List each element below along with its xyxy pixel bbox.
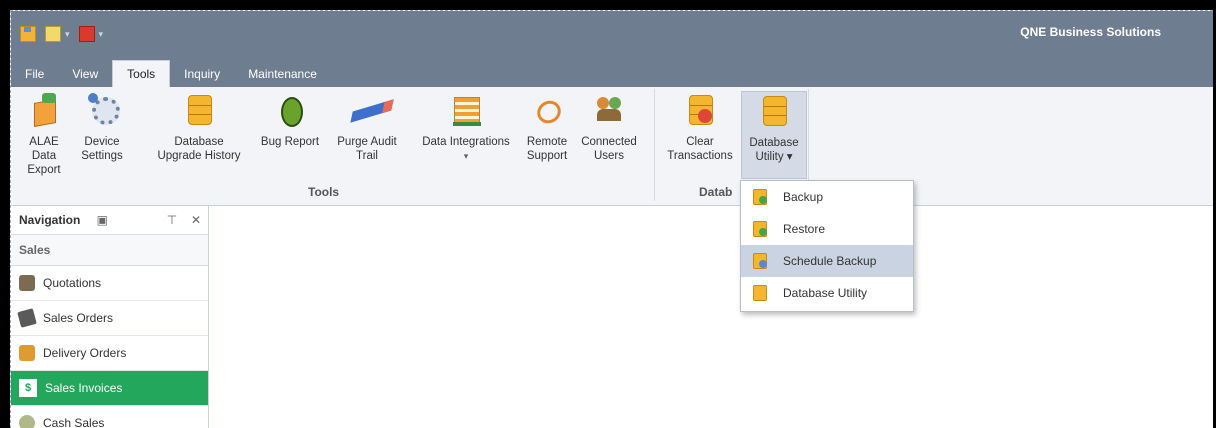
ribbon: ALAE Data Export Device Settings Databas… [11, 87, 1213, 206]
button-label: Users [593, 150, 625, 162]
menu-tabs: File View Tools Inquiry Maintenance [11, 57, 1213, 87]
nav-item-sales-orders[interactable]: Sales Orders [11, 301, 208, 336]
button-label: Data Integrations [422, 136, 510, 148]
cash-sales-icon [19, 415, 35, 428]
sales-orders-icon [17, 308, 37, 328]
pdf-icon[interactable] [78, 26, 95, 42]
button-label: Transactions [667, 150, 733, 162]
tab-maintenance[interactable]: Maintenance [234, 61, 331, 87]
gear-icon [86, 93, 120, 127]
eraser-icon [350, 93, 394, 127]
dock-icon[interactable]: ▣ [90, 213, 114, 227]
delivery-orders-icon [19, 345, 35, 361]
menu-item-label: Database Utility [783, 286, 868, 300]
button-label: Clear [686, 136, 714, 148]
box-export-icon [28, 93, 60, 127]
database-icon [183, 93, 215, 127]
nav-item-quotations[interactable]: Quotations [11, 266, 208, 301]
button-label: Trail [356, 150, 378, 162]
nav-item-label: Sales Invoices [45, 381, 123, 395]
remote-support-button[interactable]: Remote Support [521, 91, 573, 177]
button-label: Database [174, 136, 224, 148]
users-icon [593, 93, 625, 127]
app-title: QNE Business Solutions [1020, 25, 1161, 39]
menu-item-restore[interactable]: Restore [741, 213, 913, 245]
menu-item-label: Backup [783, 190, 824, 204]
database-utility-button[interactable]: Database Utility ▾ [741, 91, 807, 179]
nav-item-label: Cash Sales [43, 416, 105, 428]
quotations-icon [19, 275, 35, 291]
chevron-down-icon[interactable]: ▾ [65, 29, 70, 40]
purge-audit-trail-button[interactable]: Purge Audit Trail [331, 91, 403, 177]
button-label: Device [84, 136, 120, 148]
button-label: Support [526, 150, 568, 162]
clipboard-icon[interactable] [45, 26, 61, 42]
data-integrations-button[interactable]: Data Integrations ▾ [413, 91, 519, 177]
alae-data-export-button[interactable]: ALAE Data Export [17, 91, 71, 177]
menu-item-label: Schedule Backup [783, 254, 877, 268]
save-icon[interactable] [20, 26, 36, 42]
menu-item-database-utility[interactable]: Database Utility [741, 277, 913, 309]
navigation-pane: Navigation ▣ ⊤ ✕ Sales Quotations Sales … [11, 206, 209, 428]
navigation-header: Navigation ▣ ⊤ ✕ [11, 206, 208, 234]
chevron-down-icon: ▾ [463, 151, 469, 161]
button-label: Export [27, 164, 61, 176]
nav-item-label: Sales Orders [43, 311, 114, 325]
clear-transactions-button[interactable]: Clear Transactions [663, 91, 737, 177]
ribbon-group-label-tools: Tools [308, 185, 340, 199]
nav-item-cash-sales[interactable]: Cash Sales [11, 406, 208, 428]
tab-tools[interactable]: Tools [112, 60, 171, 87]
button-label: Purge Audit [337, 136, 397, 148]
connected-users-button[interactable]: Connected Users [577, 91, 641, 177]
schedule-backup-icon [753, 253, 767, 269]
tab-inquiry[interactable]: Inquiry [170, 61, 234, 87]
title-bar: ▾ ▾ QNE Business Solutions [11, 11, 1213, 57]
button-label: Bug Report [260, 136, 320, 148]
nav-item-sales-invoices[interactable]: $ Sales Invoices [11, 371, 208, 406]
nav-section-sales[interactable]: Sales [11, 234, 208, 266]
menu-item-label: Restore [783, 222, 826, 236]
ribbon-group-label-database: Datab [699, 185, 733, 199]
button-label: ALAE Data [29, 136, 59, 162]
nav-item-label: Delivery Orders [43, 346, 127, 360]
button-label: Upgrade History [157, 150, 241, 162]
database-delete-icon [684, 93, 716, 127]
nav-item-delivery-orders[interactable]: Delivery Orders [11, 336, 208, 371]
sales-invoices-icon: $ [19, 379, 37, 397]
customize-quick-access-icon[interactable]: ▾ [99, 29, 104, 40]
bug-report-button[interactable]: Bug Report [257, 91, 323, 177]
nav-item-label: Quotations [43, 276, 102, 290]
database-utility-menu: Backup Restore Schedule Backup Database … [740, 180, 914, 312]
database-icon [753, 285, 767, 301]
menu-item-schedule-backup[interactable]: Schedule Backup [741, 245, 913, 277]
tab-file[interactable]: File [11, 61, 58, 87]
database-upgrade-history-button[interactable]: Database Upgrade History [151, 91, 247, 177]
menu-item-backup[interactable]: Backup [741, 181, 913, 213]
button-label: Database [749, 137, 799, 149]
button-label: Settings [81, 150, 123, 162]
remote-support-icon [531, 93, 565, 128]
bug-icon [274, 93, 306, 127]
backup-icon [753, 189, 767, 205]
navigation-title: Navigation [19, 213, 81, 227]
button-label: Remote [526, 136, 568, 148]
close-icon[interactable]: ✕ [184, 213, 208, 227]
app-window: ▾ ▾ QNE Business Solutions File View Too… [10, 10, 1213, 428]
button-label: Utility ▾ [755, 151, 793, 163]
tab-view[interactable]: View [58, 61, 112, 87]
pin-icon[interactable]: ⊤ [160, 213, 184, 227]
restore-icon [753, 221, 767, 237]
database-icon [758, 94, 790, 128]
group-separator [654, 89, 655, 201]
integration-icon [450, 93, 482, 127]
device-settings-button[interactable]: Device Settings [77, 91, 127, 177]
button-label: Connected [581, 136, 637, 148]
